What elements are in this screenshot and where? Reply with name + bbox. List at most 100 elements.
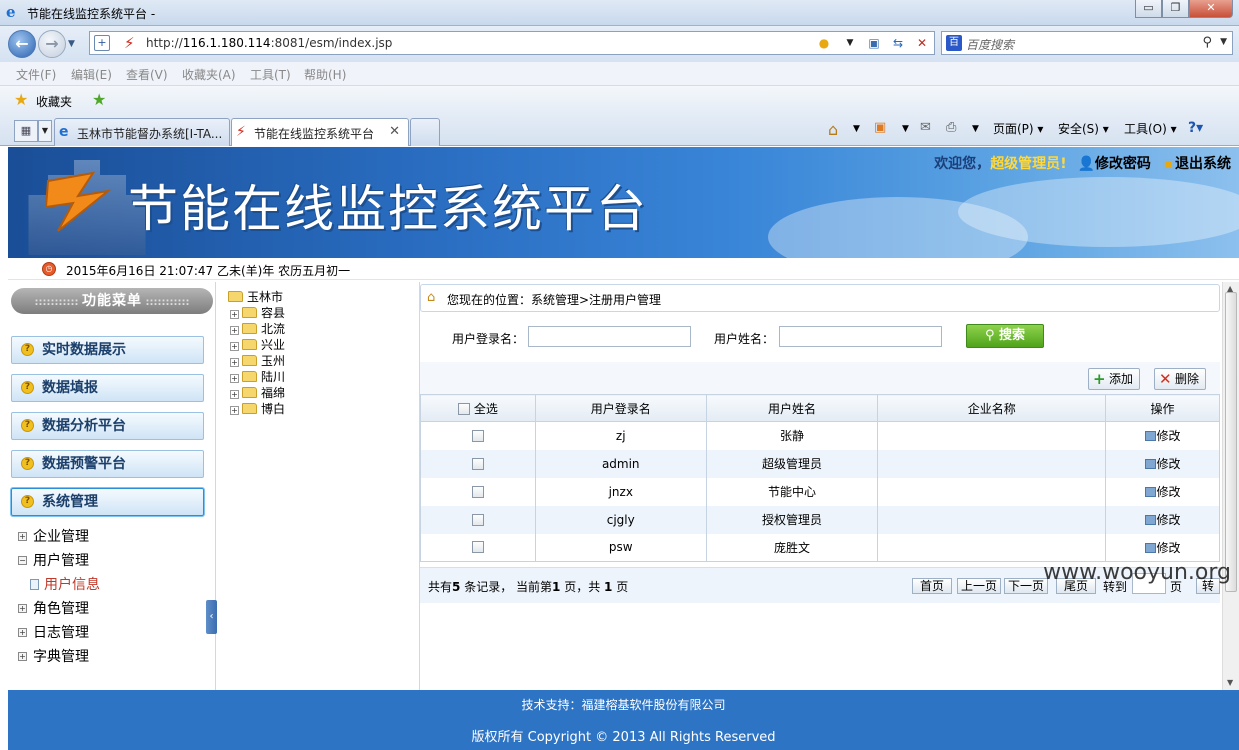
- select-all-checkbox[interactable]: [458, 402, 470, 415]
- tab-list-dropdown-icon[interactable]: ▼: [38, 120, 52, 142]
- back-button[interactable]: ←: [8, 30, 36, 58]
- next-page-button[interactable]: 下一页: [1004, 578, 1048, 594]
- url-dropdown-icon[interactable]: ▼: [842, 35, 858, 51]
- menu-data-entry[interactable]: ? 数据填报: [11, 374, 204, 402]
- expand-icon[interactable]: +: [230, 310, 239, 319]
- menu-help[interactable]: 帮助(H): [304, 66, 346, 83]
- help-icon[interactable]: ?▾: [1188, 120, 1203, 136]
- url-text[interactable]: http://116.1.180.114:8081/esm/index.jsp: [146, 36, 392, 50]
- edit-link[interactable]: 修改: [1144, 429, 1181, 443]
- new-tab-button[interactable]: [410, 118, 440, 146]
- user-name-input[interactable]: [779, 326, 942, 347]
- edit-link[interactable]: 修改: [1144, 485, 1181, 499]
- expand-icon[interactable]: +: [230, 342, 239, 351]
- logout-link[interactable]: ▣退出系统: [1162, 156, 1231, 172]
- search-button[interactable]: ⚲ 搜索: [966, 324, 1044, 348]
- search-icon[interactable]: ⚲: [1202, 35, 1212, 50]
- row-checkbox[interactable]: [471, 457, 484, 470]
- delete-button[interactable]: ✕ 删除: [1154, 368, 1207, 390]
- compat-icon[interactable]: ●: [816, 35, 832, 51]
- home-dropdown-icon[interactable]: ▼: [853, 124, 860, 134]
- scroll-down-icon[interactable]: ▼: [1227, 678, 1233, 687]
- feeds-icon[interactable]: ▣: [874, 120, 886, 135]
- history-dropdown-icon[interactable]: ▼: [68, 39, 75, 49]
- print-icon[interactable]: ⎙: [946, 120, 956, 135]
- row-checkbox[interactable]: [471, 429, 484, 442]
- forward-button[interactable]: →: [38, 30, 66, 58]
- print-dropdown-icon[interactable]: ▼: [972, 124, 979, 134]
- select-all-header[interactable]: 全选: [420, 394, 536, 422]
- tab-yulin-supervision[interactable]: e 玉林市节能督办系统[I-TA...: [54, 118, 230, 146]
- tree-node[interactable]: + 博白: [230, 400, 285, 417]
- tree-root[interactable]: 玉林市: [228, 288, 283, 305]
- expand-icon[interactable]: +: [18, 604, 27, 613]
- row-checkbox[interactable]: [471, 513, 484, 526]
- feeds-dropdown-icon[interactable]: ▼: [902, 124, 909, 134]
- favorites-star-icon[interactable]: ★: [14, 90, 28, 109]
- tree-node[interactable]: + 容县: [230, 304, 285, 321]
- close-button[interactable]: ✕: [1189, 0, 1233, 18]
- edit-link[interactable]: 修改: [1144, 541, 1181, 555]
- add-button[interactable]: + 添加: [1088, 368, 1141, 390]
- tree-node[interactable]: + 北流: [230, 320, 285, 337]
- favorites-button[interactable]: 收藏夹: [36, 93, 72, 110]
- tree-node[interactable]: + 玉州: [230, 352, 285, 369]
- compat-view-icon[interactable]: +: [94, 35, 110, 51]
- page-scrollbar[interactable]: ▲ ▼: [1222, 282, 1239, 690]
- tree-node[interactable]: + 陆川: [230, 368, 285, 385]
- row-checkbox[interactable]: [471, 485, 484, 498]
- stop-icon[interactable]: ✕: [914, 35, 930, 51]
- rss-page-icon[interactable]: ▣: [866, 35, 882, 51]
- collapse-sidebar-handle[interactable]: ‹: [206, 600, 217, 634]
- mail-icon[interactable]: ✉: [920, 120, 931, 135]
- menu-tools[interactable]: 工具(T): [250, 66, 291, 83]
- menu-favorites[interactable]: 收藏夹(A): [182, 66, 236, 83]
- menu-data-warning[interactable]: ? 数据预警平台: [11, 450, 204, 478]
- submenu-user-info[interactable]: 用户信息: [30, 574, 100, 594]
- submenu-user-management[interactable]: − 用户管理: [18, 550, 89, 570]
- submenu-role[interactable]: + 角色管理: [18, 598, 89, 618]
- menu-system-management[interactable]: ? 系统管理: [11, 488, 204, 516]
- collapse-icon[interactable]: −: [18, 556, 27, 565]
- expand-icon[interactable]: +: [230, 358, 239, 367]
- first-page-button[interactable]: 首页: [912, 578, 952, 594]
- change-password-link[interactable]: 👤修改密码: [1077, 156, 1150, 172]
- home-icon[interactable]: ⌂: [828, 120, 838, 139]
- expand-icon[interactable]: +: [18, 652, 27, 661]
- search-dropdown-icon[interactable]: ▼: [1220, 37, 1227, 47]
- submenu-dictionary[interactable]: + 字典管理: [18, 646, 89, 666]
- tools-menu[interactable]: 工具(O) ▾: [1124, 120, 1177, 137]
- url-field[interactable]: + ⚡ http://116.1.180.114:8081/esm/index.…: [89, 31, 935, 55]
- search-field[interactable]: 百 百度搜索 ⚲ ▼: [941, 31, 1233, 55]
- quick-tabs-icon[interactable]: ▦: [14, 120, 38, 142]
- login-name-input[interactable]: [528, 326, 691, 347]
- scroll-thumb[interactable]: [1225, 292, 1237, 592]
- restore-button[interactable]: ❐: [1162, 0, 1189, 18]
- tab-energy-platform[interactable]: ⚡ 节能在线监控系统平台 ✕: [231, 118, 409, 146]
- expand-icon[interactable]: +: [230, 326, 239, 335]
- expand-icon[interactable]: +: [230, 390, 239, 399]
- submenu-enterprise[interactable]: + 企业管理: [18, 526, 89, 546]
- prev-page-button[interactable]: 上一页: [957, 578, 1001, 594]
- menu-data-analysis[interactable]: ? 数据分析平台: [11, 412, 204, 440]
- submenu-log[interactable]: + 日志管理: [18, 622, 89, 642]
- row-checkbox[interactable]: [471, 541, 484, 554]
- expand-icon[interactable]: +: [230, 374, 239, 383]
- menu-view[interactable]: 查看(V): [126, 66, 168, 83]
- menu-file[interactable]: 文件(F): [16, 66, 56, 83]
- expand-icon[interactable]: +: [18, 532, 27, 541]
- refresh-icon[interactable]: ⇆: [890, 35, 906, 51]
- expand-icon[interactable]: +: [18, 628, 27, 637]
- edit-link[interactable]: 修改: [1144, 513, 1181, 527]
- edit-link[interactable]: 修改: [1144, 457, 1181, 471]
- add-favorite-icon[interactable]: ★: [92, 90, 106, 109]
- safety-menu[interactable]: 安全(S) ▾: [1058, 120, 1109, 137]
- tree-node[interactable]: + 兴业: [230, 336, 285, 353]
- page-menu[interactable]: 页面(P) ▾: [993, 120, 1043, 137]
- menu-edit[interactable]: 编辑(E): [71, 66, 112, 83]
- expand-icon[interactable]: +: [230, 406, 239, 415]
- tab-close-icon[interactable]: ✕: [389, 124, 400, 139]
- menu-realtime-data[interactable]: ? 实时数据展示: [11, 336, 204, 364]
- tree-node[interactable]: + 福绵: [230, 384, 285, 401]
- minimize-button[interactable]: ▭: [1135, 0, 1162, 18]
